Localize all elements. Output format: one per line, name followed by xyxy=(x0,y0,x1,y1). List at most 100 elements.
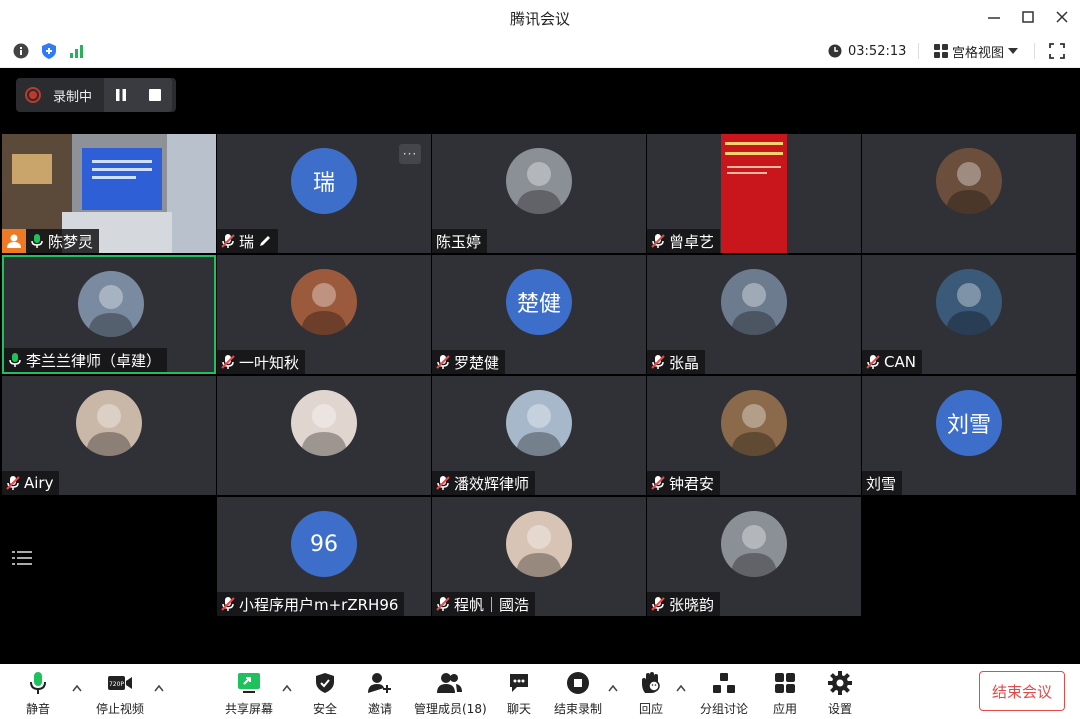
svg-text:720P: 720P xyxy=(109,681,124,688)
maximize-icon[interactable] xyxy=(1014,4,1042,30)
edit-icon[interactable] xyxy=(258,234,272,248)
participant-name: 刘雪 xyxy=(866,474,897,493)
stop-video-label: 停止视频 xyxy=(96,702,145,716)
participant-tile[interactable]: 瑞 ··· 瑞 xyxy=(217,134,431,253)
avatar xyxy=(936,148,1002,214)
breakout-label: 分组讨论 xyxy=(700,702,749,716)
camera-person-icon xyxy=(7,234,21,248)
avatar xyxy=(506,148,572,214)
participant-tile[interactable]: 程帆｜國浩 xyxy=(432,497,646,616)
name-plate: 曾卓艺 xyxy=(647,229,721,253)
stop-video-button[interactable]: 720P 停止视频 xyxy=(96,670,144,717)
participant-tile[interactable] xyxy=(217,376,431,495)
participant-name: 李兰兰律师（卓建） xyxy=(26,351,162,370)
microphone-muted-icon xyxy=(436,355,450,369)
security-label: 安全 xyxy=(312,702,337,716)
list-icon[interactable] xyxy=(12,548,34,568)
breakout-icon xyxy=(713,673,735,693)
participant-tile[interactable]: CAN xyxy=(862,255,1076,374)
invite-button[interactable]: 邀请 xyxy=(366,670,394,717)
participant-tile[interactable]: Airy xyxy=(2,376,216,495)
name-plate: 张晓韵 xyxy=(647,592,721,616)
name-plate: CAN xyxy=(862,350,922,374)
participant-name: 潘效辉律师 xyxy=(454,474,530,493)
participant-name: Airy xyxy=(24,474,54,492)
chevron-up-icon[interactable] xyxy=(282,684,292,692)
participant-tile[interactable]: 楚健 罗楚健 xyxy=(432,255,646,374)
participant-tile[interactable]: 李兰兰律师（卓建） xyxy=(2,255,216,374)
info-icon[interactable] xyxy=(12,42,30,60)
chevron-up-icon[interactable] xyxy=(154,684,164,692)
participant-tile[interactable]: 陈梦灵 xyxy=(2,134,216,253)
settings-button[interactable]: 设置 xyxy=(826,670,854,717)
invite-icon xyxy=(368,673,391,693)
name-plate: 一叶知秋 xyxy=(217,350,306,374)
participant-name: 一叶知秋 xyxy=(239,353,300,372)
microphone-muted-icon xyxy=(866,355,880,369)
manage-members-button[interactable]: 管理成员(18) xyxy=(414,670,487,717)
view-mode-button[interactable]: 宫格视图 xyxy=(934,41,1019,61)
end-meeting-button[interactable]: 结束会议 xyxy=(979,671,1065,711)
participant-name: 钟君安 xyxy=(669,474,715,493)
microphone-muted-icon xyxy=(221,355,235,369)
manage-members-label: 管理成员(18) xyxy=(414,702,487,716)
fullscreen-icon[interactable] xyxy=(1048,42,1066,60)
participant-tile[interactable]: 曾卓艺 xyxy=(647,134,861,253)
chevron-up-icon[interactable] xyxy=(676,684,686,692)
security-button[interactable]: 安全 xyxy=(311,670,339,717)
mute-label: 静音 xyxy=(25,702,50,716)
microphone-muted-icon xyxy=(221,597,235,611)
participant-tile[interactable]: 钟君安 xyxy=(647,376,861,495)
shield-icon[interactable] xyxy=(40,42,58,60)
participant-tile[interactable]: 潘效辉律师 xyxy=(432,376,646,495)
chat-button[interactable]: 聊天 xyxy=(505,670,533,717)
more-options-button[interactable]: ··· xyxy=(399,144,421,164)
share-screen-button[interactable]: 共享屏幕 xyxy=(225,670,273,717)
end-recording-button[interactable]: 结束录制 xyxy=(554,670,602,717)
raise-hand-icon xyxy=(642,672,660,693)
meeting-window: 腾讯会议 03:52:13 宫格视图 录制中 陈梦灵 瑞 ··· 瑞 陈玉婷 曾… xyxy=(0,0,1080,719)
participant-name: 瑞 xyxy=(239,232,255,251)
apps-button[interactable]: 应用 xyxy=(771,670,799,717)
participant-tile[interactable]: 陈玉婷 xyxy=(432,134,646,253)
pause-icon[interactable] xyxy=(114,88,128,102)
microphone-icon xyxy=(30,672,46,694)
avatar: 楚健 xyxy=(506,269,572,335)
signal-icon[interactable] xyxy=(68,42,86,60)
avatar xyxy=(76,390,142,456)
chevron-up-icon[interactable] xyxy=(72,684,82,692)
recording-controls xyxy=(104,78,173,112)
bottom-toolbar: 静音 720P 停止视频 共享屏幕 安全 邀请 管理成员(18) 聊天 结束录制… xyxy=(0,664,1080,719)
avatar xyxy=(291,269,357,335)
camera-badge xyxy=(2,229,26,253)
close-icon[interactable] xyxy=(1048,4,1076,30)
participant-tile[interactable]: 张晶 xyxy=(647,255,861,374)
microphone-muted-icon xyxy=(436,476,450,490)
avatar xyxy=(936,269,1002,335)
microphone-muted-icon xyxy=(651,597,665,611)
participant-tile[interactable]: 张晓韵 xyxy=(647,497,861,616)
settings-label: 设置 xyxy=(827,702,852,716)
participant-tile[interactable]: 96 小程序用户m+rZRH96 xyxy=(217,497,431,616)
chevron-up-icon[interactable] xyxy=(608,684,618,692)
record-indicator-icon xyxy=(25,87,41,103)
stop-icon[interactable] xyxy=(148,88,162,102)
microphone-muted-icon xyxy=(436,597,450,611)
react-button[interactable]: 回应 xyxy=(637,670,665,717)
mute-button[interactable]: 静音 xyxy=(24,670,52,717)
avatar: 刘雪 xyxy=(936,390,1002,456)
shield-icon xyxy=(316,673,334,693)
stop-record-icon xyxy=(567,672,589,694)
participant-name: 罗楚健 xyxy=(454,353,500,372)
participant-tile[interactable] xyxy=(862,134,1076,253)
participant-tile[interactable]: 刘雪 刘雪 xyxy=(862,376,1076,495)
minimize-icon[interactable] xyxy=(980,4,1008,30)
share-screen-label: 共享屏幕 xyxy=(225,702,274,716)
react-label: 回应 xyxy=(638,702,663,716)
avatar xyxy=(78,271,144,337)
apps-icon xyxy=(775,673,795,693)
microphone-muted-icon xyxy=(651,355,665,369)
participant-tile[interactable]: 一叶知秋 xyxy=(217,255,431,374)
name-plate: 张晶 xyxy=(647,350,706,374)
breakout-button[interactable]: 分组讨论 xyxy=(700,670,748,717)
